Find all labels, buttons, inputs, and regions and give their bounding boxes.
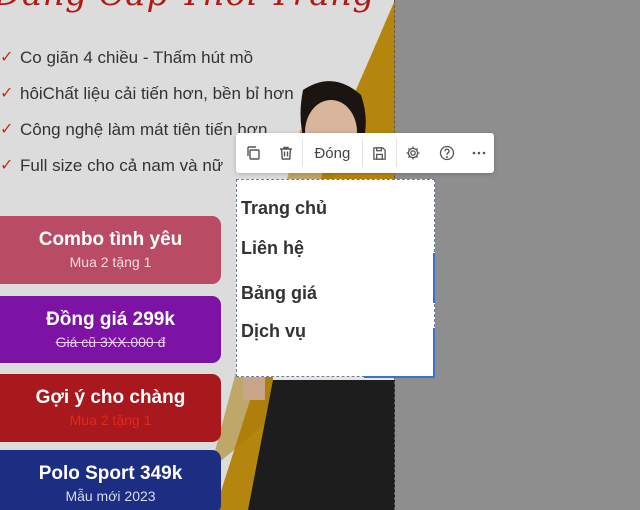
cta-subtitle: Mua 2 tặng 1 — [69, 412, 152, 428]
cta-title: Combo tình yêu — [38, 229, 183, 250]
feature-text: Full size cho cả nam và nữ — [20, 156, 224, 175]
delete-button[interactable] — [269, 133, 302, 173]
cta-subtitle: Mẫu mới 2023 — [65, 488, 156, 504]
selection-accent-line — [433, 328, 435, 377]
checkmark-icon: ✓ — [0, 121, 14, 138]
selection-accent-line — [364, 376, 435, 378]
cta-subtitle: Mua 2 tặng 1 — [69, 254, 152, 270]
cta-dong-gia[interactable]: Đồng giá 299k Giá cũ 3XX.000 đ — [0, 296, 221, 363]
close-button[interactable]: Đóng — [303, 133, 362, 173]
cta-title: Gợi ý cho chàng — [35, 387, 186, 408]
checkmark-icon: ✓ — [0, 49, 14, 66]
gear-icon — [405, 145, 421, 161]
cta-goi-y-cho-chang[interactable]: Gợi ý cho chàng Mua 2 tặng 1 — [0, 374, 221, 442]
more-options-button[interactable] — [465, 133, 494, 173]
element-toolbar: Đóng — [236, 133, 494, 173]
menu-item-trang-chu[interactable]: Trang chủ — [241, 198, 327, 219]
cta-combo-tinh-yeu[interactable]: Combo tình yêu Mua 2 tặng 1 — [0, 216, 221, 284]
feature-text: Co giãn 4 chiều - Thấm hút mồ — [20, 48, 254, 67]
menu-item-bang-gia[interactable]: Bảng giá — [241, 283, 317, 304]
checkmark-icon: ✓ — [0, 157, 14, 174]
copy-icon — [245, 145, 261, 161]
duplicate-button[interactable] — [236, 133, 269, 173]
settings-button[interactable] — [397, 133, 430, 173]
menu-item-dich-vu[interactable]: Dịch vụ — [241, 321, 306, 342]
cta-title: Đồng giá 299k — [46, 309, 175, 330]
selection-accent-line — [433, 253, 435, 303]
menu-item-lien-he[interactable]: Liên hệ — [241, 238, 304, 259]
save-icon — [372, 146, 387, 161]
more-icon — [472, 151, 486, 155]
help-button[interactable] — [430, 133, 465, 173]
help-icon — [439, 145, 455, 161]
checkmark-icon: ✓ — [0, 85, 14, 102]
cta-subtitle: Giá cũ 3XX.000 đ — [55, 334, 166, 350]
page-heading: Đẳng Cấp Thời Trang — [0, 0, 375, 14]
feature-text: Công nghệ làm mát tiên tiến hơn — [20, 120, 268, 139]
trash-icon — [278, 145, 294, 161]
save-button[interactable] — [363, 133, 396, 173]
cta-polo-sport[interactable]: Polo Sport 349k Mẫu mới 2023 — [0, 450, 221, 510]
cta-title: Polo Sport 349k — [38, 463, 183, 484]
